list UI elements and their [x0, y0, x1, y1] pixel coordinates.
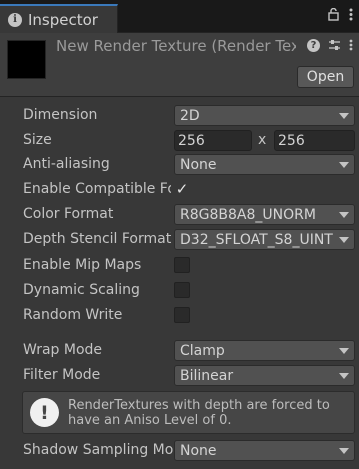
anti-aliasing-label: Anti-aliasing: [23, 156, 110, 172]
size-height-input[interactable]: 256: [274, 130, 355, 151]
dimension-dropdown[interactable]: 2D: [174, 105, 355, 126]
color-format-dropdown[interactable]: R8G8B8A8_UNORM: [174, 204, 355, 225]
random-write-checkbox[interactable]: [174, 307, 190, 323]
chevron-down-icon: [339, 348, 349, 354]
help-icon[interactable]: ?: [307, 39, 320, 52]
dimension-row: Dimension 2D: [0, 104, 359, 128]
shadow-sampling-row: Shadow Sampling Mode None: [0, 439, 359, 463]
info-icon: i: [8, 12, 22, 27]
dynamic-scaling-checkbox[interactable]: [174, 282, 190, 298]
chevron-down-icon: [339, 373, 349, 379]
exclamation-icon: !: [30, 398, 59, 427]
depth-stencil-value: D32_SFLOAT_S8_UINT: [180, 231, 333, 248]
helpbox-text: RenderTextures with depth are forced to …: [68, 398, 330, 428]
filter-mode-label: Filter Mode: [23, 367, 101, 383]
chevron-down-icon: [339, 162, 349, 168]
depth-stencil-label: Depth Stencil Format: [23, 231, 171, 247]
tab-tools: [328, 7, 353, 25]
dimension-label: Dimension: [23, 107, 98, 123]
filter-mode-row: Filter Mode Bilinear: [0, 364, 359, 388]
more-vertical-icon[interactable]: [349, 39, 353, 55]
filter-mode-value: Bilinear: [180, 367, 234, 384]
random-write-row: Random Write: [0, 304, 359, 328]
depth-stencil-dropdown[interactable]: D32_SFLOAT_S8_UINT: [174, 229, 355, 250]
texture-thumbnail: [7, 40, 46, 79]
anti-aliasing-value: None: [180, 156, 217, 173]
chevron-down-icon: [339, 237, 349, 243]
wrap-mode-value: Clamp: [180, 342, 225, 359]
chevron-down-icon: [339, 448, 349, 454]
header-icons: ?: [307, 39, 353, 55]
enable-compatible-label: Enable Compatible Format: [23, 181, 171, 197]
size-width-input[interactable]: 256: [174, 130, 252, 151]
depth-stencil-row: Depth Stencil Format D32_SFLOAT_S8_UINT: [0, 228, 359, 252]
asset-title: New Render Texture (Render Texture): [56, 37, 296, 55]
shadow-sampling-label: Shadow Sampling Mode: [23, 442, 173, 458]
color-format-value: R8G8B8A8_UNORM: [180, 206, 316, 223]
anti-aliasing-dropdown[interactable]: None: [174, 154, 355, 175]
color-format-row: Color Format R8G8B8A8_UNORM: [0, 203, 359, 227]
wrap-mode-label: Wrap Mode: [23, 342, 103, 358]
enable-compatible-row: Enable Compatible Format ✓: [0, 178, 359, 202]
info-helpbox: ! RenderTextures with depth are forced t…: [22, 391, 355, 434]
dynamic-scaling-label: Dynamic Scaling: [23, 282, 140, 298]
anti-aliasing-row: Anti-aliasing None: [0, 153, 359, 177]
filter-mode-dropdown[interactable]: Bilinear: [174, 365, 355, 386]
tab-label: Inspector: [28, 10, 98, 29]
enable-compatible-checkbox[interactable]: ✓: [174, 180, 190, 198]
preset-icon[interactable]: [328, 39, 341, 55]
asset-header: New Render Texture (Render Texture) ? Op…: [0, 33, 359, 97]
size-separator: x: [258, 132, 267, 148]
shadow-sampling-value: None: [180, 442, 217, 459]
enable-mip-maps-label: Enable Mip Maps: [23, 257, 142, 273]
enable-mip-maps-row: Enable Mip Maps: [0, 254, 359, 278]
more-vertical-icon[interactable]: [349, 8, 353, 25]
chevron-down-icon: [339, 212, 349, 218]
size-row: Size 256 x 256: [0, 129, 359, 153]
lock-icon[interactable]: [328, 7, 339, 25]
random-write-label: Random Write: [23, 307, 123, 323]
enable-mip-maps-checkbox[interactable]: [174, 257, 190, 273]
wrap-mode-dropdown[interactable]: Clamp: [174, 340, 355, 361]
shadow-sampling-dropdown[interactable]: None: [174, 440, 355, 461]
size-label: Size: [23, 132, 52, 148]
wrap-mode-row: Wrap Mode Clamp: [0, 339, 359, 363]
tab-inspector[interactable]: i Inspector: [0, 4, 118, 33]
dimension-value: 2D: [180, 107, 200, 124]
dynamic-scaling-row: Dynamic Scaling: [0, 279, 359, 303]
open-button[interactable]: Open: [297, 66, 354, 88]
chevron-down-icon: [339, 113, 349, 119]
color-format-label: Color Format: [23, 206, 114, 222]
tab-bar: i Inspector: [0, 0, 359, 33]
